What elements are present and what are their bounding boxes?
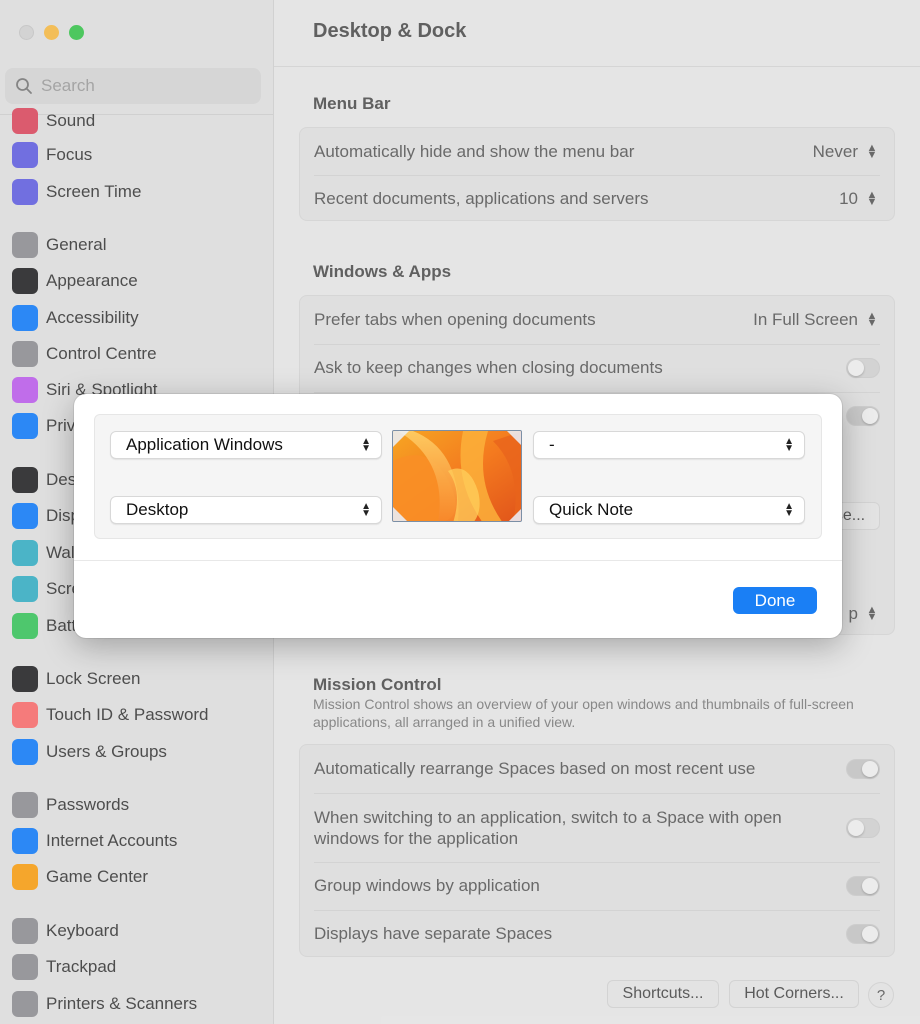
select-value: Application Windows: [126, 435, 283, 454]
bottom-left-corner-select[interactable]: Desktop ▲ ▼: [110, 496, 382, 524]
sheet-divider: [74, 560, 842, 561]
hot-corners-sheet: Application Windows ▲ ▼ - ▲ ▼ Desktop ▲ ▼ Q…: [74, 394, 842, 638]
bottom-right-corner-select[interactable]: Quick Note ▲ ▼: [533, 496, 805, 524]
chevron-updown-icon: ▲ ▼: [784, 501, 794, 519]
done-button[interactable]: Done: [733, 587, 817, 614]
select-value: Desktop: [126, 500, 189, 519]
select-value: Quick Note: [549, 500, 634, 519]
top-left-corner-select[interactable]: Application Windows ▲ ▼: [110, 431, 382, 459]
chevron-updown-icon: ▲ ▼: [361, 501, 371, 519]
chevron-updown-icon: ▲ ▼: [784, 436, 794, 454]
select-value: -: [549, 435, 555, 454]
chevron-updown-icon: ▲ ▼: [361, 436, 371, 454]
desktop-preview-image: [392, 430, 522, 522]
top-right-corner-select[interactable]: - ▲ ▼: [533, 431, 805, 459]
wallpaper-thumbnail: [393, 431, 521, 521]
